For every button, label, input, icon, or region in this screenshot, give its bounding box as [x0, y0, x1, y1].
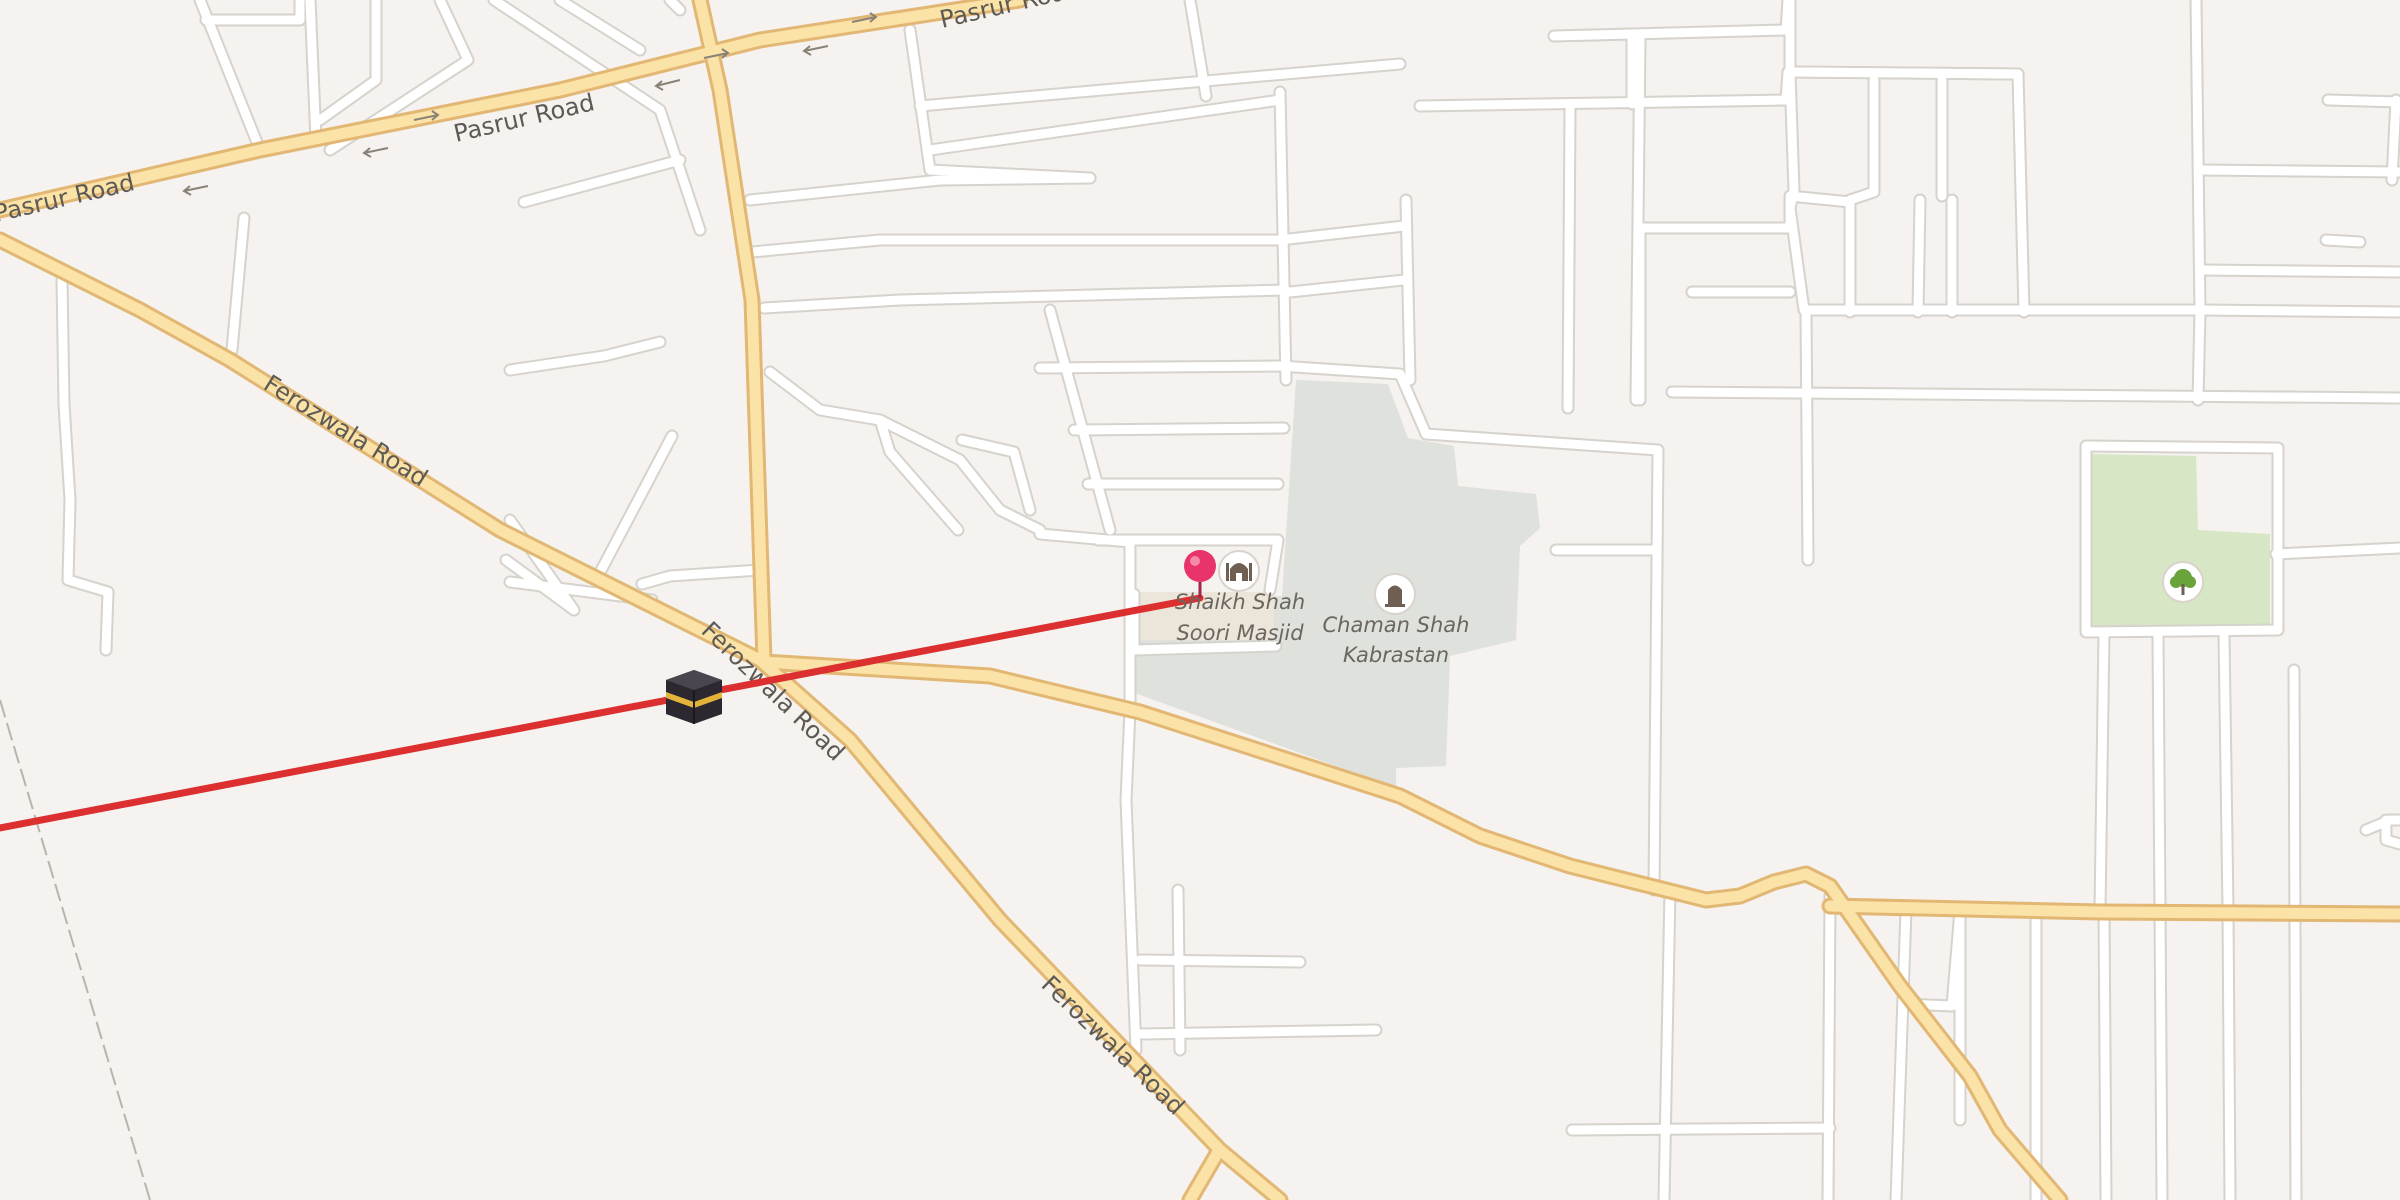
cemetery-icon[interactable]	[1374, 573, 1416, 615]
road-label-ferozwala: Ferozwala Road	[1036, 970, 1190, 1120]
poi-label-mosque: Shaikh Shah	[1175, 590, 1305, 614]
poi-label-cemetery: Chaman Shah	[1323, 613, 1470, 637]
qibla-direction-line	[0, 594, 1204, 832]
road-label-ferozwala: Ferozwala Road	[259, 369, 433, 492]
mosque-icon[interactable]	[1218, 550, 1260, 592]
poi-label-cemetery: Kabrastan	[1343, 643, 1449, 667]
road-label-pasrur: Pasrur Road	[0, 168, 137, 228]
kaaba-icon[interactable]	[666, 670, 722, 724]
park-tree-icon[interactable]	[2162, 561, 2204, 603]
railway	[0, 699, 151, 1200]
map-canvas[interactable]: Pasrur Road Pasrur Road Pasrur Road Fero…	[0, 0, 2400, 1200]
poi-label-mosque: Soori Masjid	[1176, 621, 1304, 645]
road-label-pasrur: Pasrur Road	[937, 0, 1083, 34]
